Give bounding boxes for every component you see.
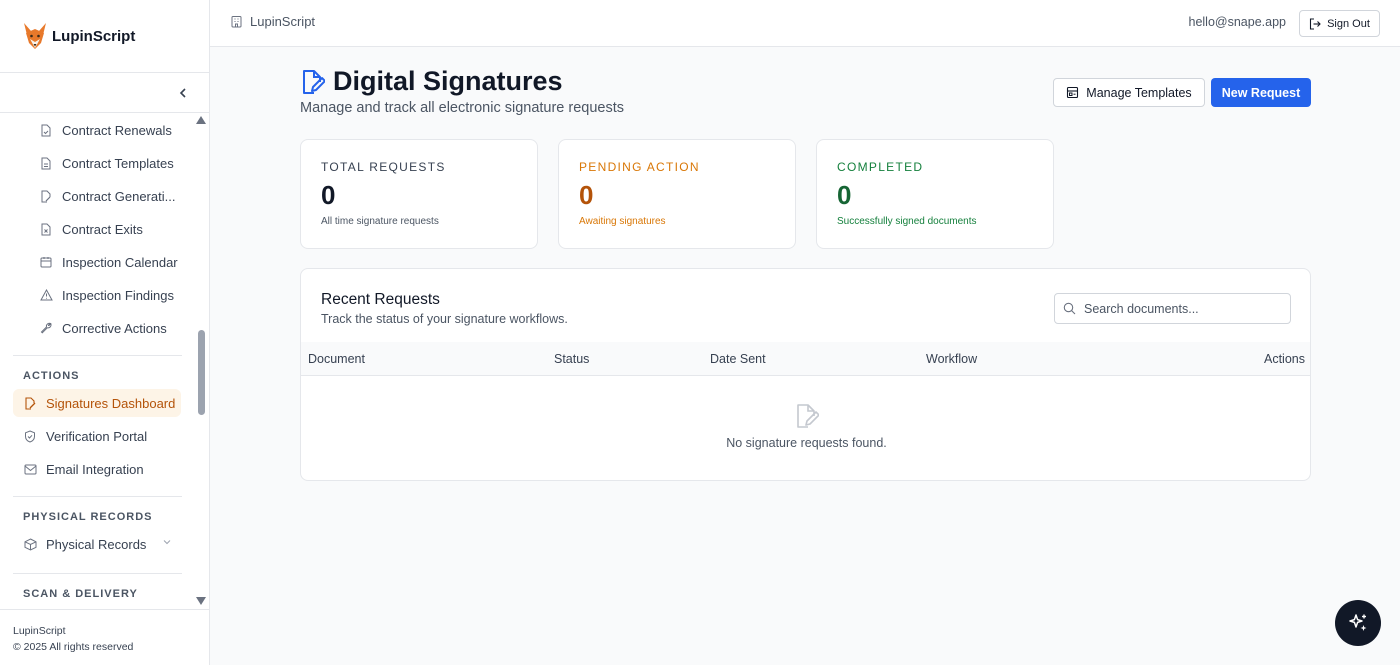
brand-name: LupinScript <box>52 27 136 45</box>
empty-state <box>301 403 1310 434</box>
file-text-icon <box>39 156 53 170</box>
stat-value: 0 <box>321 180 336 210</box>
sidebar-item-label: Inspection Findings <box>62 287 175 303</box>
sparkles-icon <box>1347 612 1369 634</box>
footer-copyright: © 2025 All rights reserved <box>13 641 134 653</box>
sidebar-item-email-integration[interactable]: Email Integration <box>13 455 181 483</box>
panel-subtitle: Track the status of your signature workf… <box>321 312 568 326</box>
search-input[interactable] <box>1084 301 1284 316</box>
alert-triangle-icon <box>39 288 53 302</box>
file-pen-icon <box>39 189 53 203</box>
stat-desc: Awaiting signatures <box>579 216 666 227</box>
ai-assistant-button[interactable] <box>1335 600 1381 646</box>
sidebar-item-contract-templates[interactable]: Contract Templates <box>39 149 179 177</box>
search-icon <box>1063 302 1076 315</box>
org-switcher[interactable]: LupinScript <box>230 14 315 29</box>
sidebar-item-verification-portal[interactable]: Verification Portal <box>13 422 181 450</box>
wrench-icon <box>39 321 53 335</box>
section-title-physical: PHYSICAL RECORDS <box>23 511 153 523</box>
sidebar-item-label: Physical Records <box>46 536 147 552</box>
sidebar-item-signatures-dashboard[interactable]: Signatures Dashboard <box>13 389 181 417</box>
stat-label: TOTAL REQUESTS <box>321 160 446 174</box>
sidebar-item-label: Contract Exits <box>62 221 143 237</box>
page-heading: Digital Signatures <box>333 66 563 96</box>
sidebar-nav: Contract Renewals Contract Templates Con… <box>0 113 209 609</box>
brand[interactable]: LupinScript <box>0 0 209 73</box>
new-request-button[interactable]: New Request <box>1211 78 1311 107</box>
stat-value: 0 <box>579 180 594 210</box>
sidebar-item-contract-generation[interactable]: Contract Generati... <box>39 182 179 210</box>
signature-icon <box>23 396 37 410</box>
table-header: Document Status Date Sent Workflow Actio… <box>301 342 1310 376</box>
sign-out-button[interactable]: Sign Out <box>1299 10 1380 37</box>
scroll-down-icon[interactable] <box>196 597 206 605</box>
column-header-date-sent[interactable]: Date Sent <box>710 352 766 366</box>
file-signature-icon <box>795 403 819 429</box>
sidebar-footer: LupinScript © 2025 All rights reserved <box>0 609 209 665</box>
recent-requests-panel: Recent Requests Track the status of your… <box>300 268 1311 481</box>
file-check-icon <box>39 123 53 137</box>
stat-label: PENDING ACTION <box>579 160 700 174</box>
stat-value: 0 <box>837 180 852 210</box>
page-subtitle: Manage and track all electronic signatur… <box>300 100 625 116</box>
box-icon <box>23 537 37 551</box>
signature-icon <box>301 69 325 95</box>
scroll-up-icon[interactable] <box>196 116 206 124</box>
topbar: LupinScript hello@snape.app Sign Out <box>210 0 1400 47</box>
stat-label: COMPLETED <box>837 160 924 174</box>
building-icon <box>230 15 243 28</box>
sidebar-divider <box>13 355 182 356</box>
manage-templates-label: Manage Templates <box>1086 85 1192 100</box>
section-title-actions: ACTIONS <box>23 370 80 382</box>
stat-card-pending: PENDING ACTION 0 Awaiting signatures <box>558 139 796 249</box>
sidebar-item-corrective-actions[interactable]: Corrective Actions <box>39 314 179 342</box>
log-out-icon <box>1309 17 1321 30</box>
column-header-actions: Actions <box>1264 352 1305 366</box>
file-x-icon <box>39 222 53 236</box>
mail-icon <box>23 462 37 476</box>
chevron-left-icon[interactable] <box>176 85 190 101</box>
sidebar-item-label: Signatures Dashboard <box>46 395 176 411</box>
sidebar-scroll-thumb[interactable] <box>198 330 205 415</box>
template-icon <box>1066 86 1079 99</box>
page-title: Digital Signatures <box>301 66 563 97</box>
sidebar-divider <box>13 496 182 497</box>
empty-state-text: No signature requests found. <box>726 436 887 450</box>
manage-templates-button[interactable]: Manage Templates <box>1053 78 1205 107</box>
calendar-icon <box>39 255 53 269</box>
sidebar-item-label: Contract Generati... <box>62 188 176 204</box>
section-title-scan: SCAN & DELIVERY <box>23 588 138 600</box>
collapse-row <box>0 73 209 113</box>
user-email: hello@snape.app <box>1188 15 1287 29</box>
sidebar-divider <box>13 573 182 574</box>
sign-out-label: Sign Out <box>1327 17 1370 30</box>
chevron-down-icon[interactable] <box>163 539 171 545</box>
stat-desc: All time signature requests <box>321 216 439 227</box>
sidebar-item-label: Email Integration <box>46 461 144 477</box>
stat-desc: Successfully signed documents <box>837 216 977 227</box>
stat-card-total: TOTAL REQUESTS 0 All time signature requ… <box>300 139 538 249</box>
sidebar: LupinScript Contract Renewals Contract T… <box>0 0 210 665</box>
sidebar-item-label: Verification Portal <box>46 428 148 444</box>
sidebar-item-physical-records[interactable]: Physical Records <box>13 530 181 558</box>
sidebar-item-label: Inspection Calendar <box>62 254 178 270</box>
sidebar-item-label: Contract Renewals <box>62 122 172 138</box>
shield-check-icon <box>23 429 37 443</box>
sidebar-item-inspection-calendar[interactable]: Inspection Calendar <box>39 248 179 276</box>
footer-brand: LupinScript <box>13 625 66 637</box>
org-name: LupinScript <box>250 14 316 29</box>
stat-card-completed: COMPLETED 0 Successfully signed document… <box>816 139 1054 249</box>
fox-logo-icon <box>22 21 48 51</box>
column-header-workflow[interactable]: Workflow <box>926 352 977 366</box>
sidebar-item-label: Contract Templates <box>62 155 174 171</box>
panel-title: Recent Requests <box>321 291 440 308</box>
sidebar-item-label: Corrective Actions <box>62 320 167 336</box>
column-header-status[interactable]: Status <box>554 352 589 366</box>
search-box <box>1054 293 1291 324</box>
sidebar-item-contract-exits[interactable]: Contract Exits <box>39 215 179 243</box>
column-header-document[interactable]: Document <box>308 352 365 366</box>
sidebar-item-inspection-findings[interactable]: Inspection Findings <box>39 281 179 309</box>
sidebar-item-contract-renewals[interactable]: Contract Renewals <box>39 116 179 144</box>
